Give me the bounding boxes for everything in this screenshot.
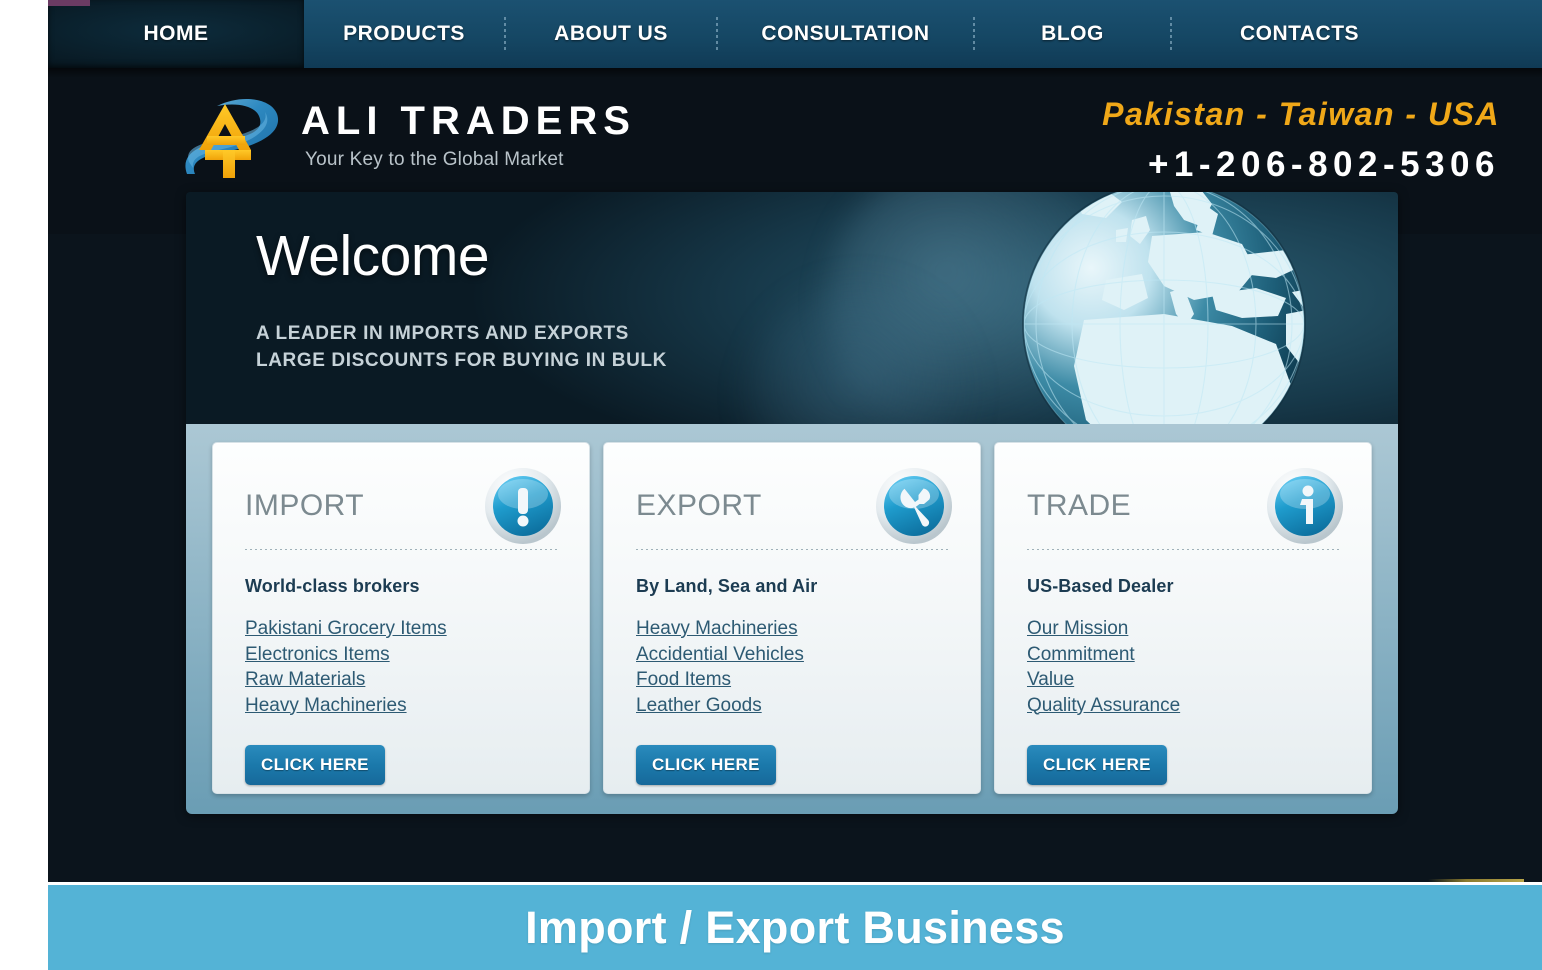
list-item[interactable]: Our Mission [1027,617,1341,642]
hero-subtitle-line-2: LARGE DISCOUNTS FOR BUYING IN BULK [256,349,667,371]
card-title-export: EXPORT [636,489,762,522]
card-link-list-import: Pakistani Grocery Items Electronics Item… [245,617,559,718]
card-header: EXPORT [636,465,952,547]
globe-image [956,192,1376,424]
list-item[interactable]: Accidential Vehicles [636,643,950,668]
list-item[interactable]: Quality Assurance [1027,694,1341,719]
card-lead-import: World-class brokers [245,576,420,596]
nav-label-consultation: CONSULTATION [761,22,930,45]
header-contact-block: Pakistan - Taiwan - USA +1-206-802-5306 [1102,96,1500,185]
exclamation-circle-icon [483,466,563,546]
purple-artifact [48,0,90,6]
brand-name: ALI TRADERS [301,99,636,143]
wrench-circle-icon [874,466,954,546]
card-header: TRADE [1027,465,1343,547]
nav-item-about-us[interactable]: ABOUT US [506,0,716,68]
main-navigation: HOME PRODUCTS ABOUT US CONSULTATION BLOG… [48,0,1542,68]
card-link-list-export: Heavy Machineries Accidential Vehicles F… [636,617,950,718]
hero-text-block: Welcome A LEADER IN IMPORTS AND EXPORTS … [256,228,667,375]
card-link-list-trade: Our Mission Commitment Value Quality Ass… [1027,617,1341,718]
nav-label-home: HOME [143,22,209,45]
website-shell: HOME PRODUCTS ABOUT US CONSULTATION BLOG… [48,0,1542,970]
nav-label-blog: BLOG [1041,22,1104,45]
main-content-panel: Welcome A LEADER IN IMPORTS AND EXPORTS … [186,192,1398,814]
list-item[interactable]: Heavy Machineries [245,694,559,719]
list-item[interactable]: Electronics Items [245,643,559,668]
footer-caption-bar: Import / Export Business [48,882,1542,970]
card-body: World-class brokers Pakistani Grocery It… [245,550,559,785]
info-circle-icon [1265,466,1345,546]
hero-subtitle: A LEADER IN IMPORTS AND EXPORTS LARGE DI… [256,321,667,375]
card-export: EXPORT By Land, Sea and Air Heavy Machin… [603,442,981,794]
card-title-trade: TRADE [1027,489,1132,522]
left-margin [0,0,48,970]
card-body: By Land, Sea and Air Heavy Machineries A… [636,550,950,785]
brand-logo-group[interactable]: ALI TRADERS Your Key to the Global Marke… [173,88,636,183]
hero-banner: Welcome A LEADER IN IMPORTS AND EXPORTS … [186,192,1398,424]
click-here-button-import[interactable]: CLICK HERE [245,745,385,785]
footer-caption: Import / Export Business [525,901,1065,953]
page-root: HOME PRODUCTS ABOUT US CONSULTATION BLOG… [0,0,1542,970]
list-item[interactable]: Leather Goods [636,694,950,719]
brand-text-block: ALI TRADERS Your Key to the Global Marke… [301,100,636,171]
click-here-button-export[interactable]: CLICK HERE [636,745,776,785]
list-item[interactable]: Value [1027,668,1341,693]
card-trade: TRADE US-Based Dealer Our Mission Commit… [994,442,1372,794]
card-import: IMPORT World-class brokers Pakistani Gro… [212,442,590,794]
nav-item-blog[interactable]: BLOG [975,0,1170,68]
phone-number[interactable]: +1-206-802-5306 [1102,145,1500,185]
nav-dropshadow [48,68,1542,78]
hero-subtitle-line-1: A LEADER IN IMPORTS AND EXPORTS [256,323,629,344]
countries-label: Pakistan - Taiwan - USA [1102,96,1500,132]
list-item[interactable]: Food Items [636,668,950,693]
card-header: IMPORT [245,465,561,547]
brand-tagline: Your Key to the Global Market [305,149,564,170]
card-lead-export: By Land, Sea and Air [636,576,818,596]
feature-cards-row: IMPORT World-class brokers Pakistani Gro… [186,424,1398,814]
nav-item-home[interactable]: HOME [48,0,304,68]
card-title-import: IMPORT [245,489,365,522]
card-lead-trade: US-Based Dealer [1027,576,1174,596]
nav-item-products[interactable]: PRODUCTS [304,0,504,68]
list-item[interactable]: Pakistani Grocery Items [245,617,559,642]
nav-label-contacts: CONTACTS [1239,22,1360,45]
list-item[interactable]: Raw Materials [245,668,559,693]
nav-label-products: PRODUCTS [343,22,465,45]
click-here-button-trade[interactable]: CLICK HERE [1027,745,1167,785]
nav-label-about-us: ABOUT US [554,22,668,45]
nav-item-consultation[interactable]: CONSULTATION [718,0,973,68]
hero-title: Welcome [256,224,490,288]
nav-item-contacts[interactable]: CONTACTS [1172,0,1427,68]
ali-traders-at-monogram-icon [173,88,283,183]
card-body: US-Based Dealer Our Mission Commitment V… [1027,550,1341,785]
list-item[interactable]: Heavy Machineries [636,617,950,642]
list-item[interactable]: Commitment [1027,643,1341,668]
